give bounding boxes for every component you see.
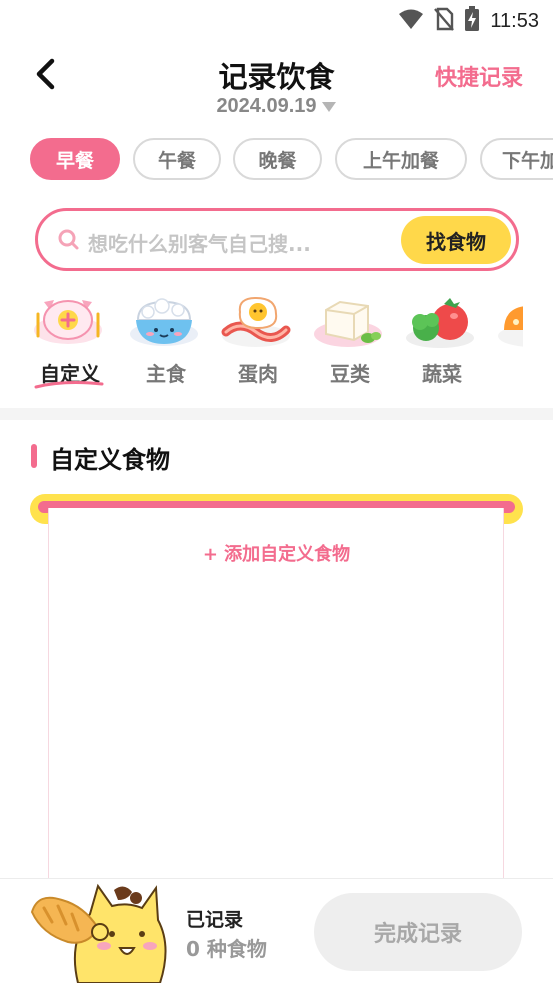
custom-plate-icon (32, 292, 104, 352)
category-label: 蔬菜 (422, 362, 462, 386)
wifi-icon (398, 8, 424, 34)
category-egg-meat[interactable]: 蛋肉 (218, 290, 298, 390)
search-box[interactable]: 想吃什么别客气自己搜... 找食物 (35, 208, 519, 271)
fruit-icon (496, 292, 523, 352)
tab-morning-snack[interactable]: 上午加餐 (335, 138, 467, 180)
section-title: 自定义食物 (50, 446, 170, 474)
tab-afternoon-snack[interactable]: 下午加 (480, 138, 553, 180)
recorded-label: 已记录 (186, 909, 244, 931)
caret-down-icon (321, 101, 336, 112)
find-food-button[interactable]: 找食物 (401, 216, 511, 264)
no-sim-icon (434, 7, 455, 35)
category-label: 豆类 (330, 362, 370, 386)
battery-charging-icon (464, 6, 480, 36)
category-label: 蛋肉 (238, 362, 278, 386)
recorded-count: 0 种食物 (186, 937, 267, 961)
search-input[interactable]: 想吃什么别客气自己搜... (88, 228, 311, 257)
date-selector[interactable]: 2024.09.19 (0, 95, 553, 118)
food-categories: 自定义 主食 蛋肉 豆类 蔬菜 (30, 290, 523, 395)
search-icon (58, 228, 80, 256)
quick-record-button[interactable]: 快捷记录 (435, 60, 523, 92)
category-label: 主食 (146, 362, 186, 386)
category-staple[interactable]: 主食 (126, 290, 206, 390)
tab-dinner[interactable]: 晚餐 (233, 138, 322, 180)
category-custom[interactable]: 自定义 (30, 290, 110, 390)
category-beans[interactable]: 豆类 (310, 290, 390, 390)
cat-mascot-icon (28, 862, 168, 983)
status-icons: 11:53 (398, 6, 539, 36)
active-underline (34, 381, 104, 389)
tofu-icon (312, 292, 384, 352)
rice-bowl-icon (128, 292, 200, 352)
status-time: 11:53 (490, 9, 539, 32)
category-label: 水 (494, 358, 523, 387)
egg-bacon-icon (220, 292, 292, 352)
section-accent-bar (31, 444, 37, 468)
add-custom-food-button[interactable]: + 添加自定义食物 (0, 540, 553, 566)
vegetables-icon (404, 292, 476, 352)
category-fruit[interactable]: 水 (494, 290, 523, 390)
section-divider (0, 408, 553, 420)
status-bar: 11:53 (0, 0, 553, 40)
meal-tabs: 早餐 午餐 晚餐 上午加餐 下午加 (30, 138, 553, 182)
category-vegetables[interactable]: 蔬菜 (402, 290, 482, 390)
tab-breakfast[interactable]: 早餐 (30, 138, 120, 180)
date-text: 2024.09.19 (216, 95, 317, 117)
tab-lunch[interactable]: 午餐 (133, 138, 221, 180)
finish-record-button[interactable]: 完成记录 (314, 893, 522, 971)
